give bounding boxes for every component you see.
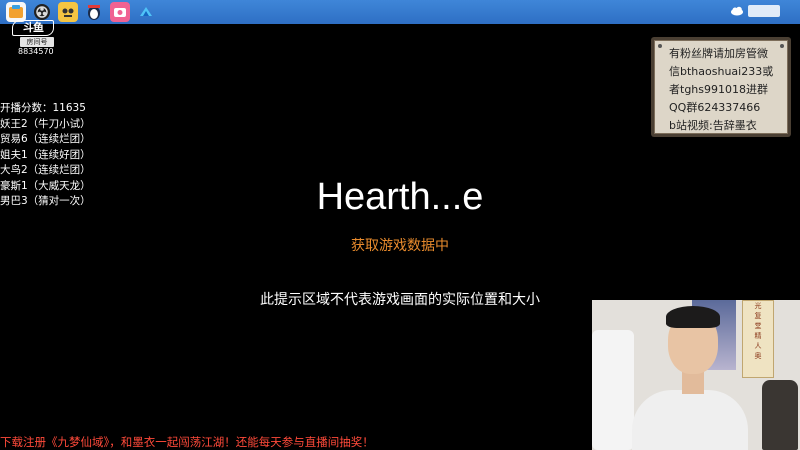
scroll-char: 复 [754,312,762,320]
scroll-char: 光 [754,302,762,310]
board-line: 信bthaoshuai233或 [669,65,774,78]
info-board-panel: 有粉丝牌请加房管微 信bthaoshuai233或 者tghs991018进群 … [654,40,788,134]
room-number-label: 房间号 [20,37,54,47]
streamer-hair [666,306,720,328]
douyu-logo: 斗鱼 [12,20,54,36]
streamer-body [632,390,748,450]
camera-app-icon[interactable] [110,2,130,22]
scroll-char: 堂 [754,322,762,330]
webcam-calligraphy-scroll: 光 复 堂 精 人 奥 [742,300,774,378]
board-line: 有粉丝牌请加房管微 [669,47,768,60]
penguin-app-icon[interactable] [84,2,104,22]
stats-line: 贸易6（连续烂团） [0,133,91,145]
system-tray [730,5,780,17]
game-capture-title: Hearth...e [316,176,484,218]
stats-line: 妖王2（牛刀小试） [0,117,91,130]
chat-app-icon[interactable] [58,2,78,22]
board-line: QQ群624337466 [669,101,761,114]
stats-line: 姐夫1（连续好团） [0,148,91,161]
loading-status: 获取游戏数据中 [351,238,449,254]
room-number: 8834570 [18,47,54,56]
scroll-char: 奥 [754,352,762,360]
scroll-char: 人 [754,342,762,350]
board-line: b站视频:告辞墨衣 [669,119,757,132]
speedometer-app-icon[interactable] [136,2,156,22]
douyu-app-icon[interactable] [6,2,26,22]
stats-line: 开播分数：11635 [0,102,86,114]
info-board: 有粉丝牌请加房管微 信bthaoshuai233或 者tghs991018进群 … [651,37,791,137]
taskbar [0,0,800,24]
board-line: 者tghs991018进群 [669,83,768,96]
promo-ticker: 下载注册《九梦仙域》，和墨衣一起闯荡江湖！还能每天参与直播间抽奖！ [0,435,374,449]
webcam-chair [592,330,634,450]
obs-icon[interactable] [32,2,52,22]
douyu-logo-block: 斗鱼 房间号 8834570 [12,20,62,57]
webcam-feed: 光 复 堂 精 人 奥 [592,300,800,450]
tray-widget[interactable] [748,5,780,17]
cloud-icon[interactable] [730,6,744,16]
webcam-figurine [762,380,798,450]
scroll-char: 精 [754,332,762,340]
